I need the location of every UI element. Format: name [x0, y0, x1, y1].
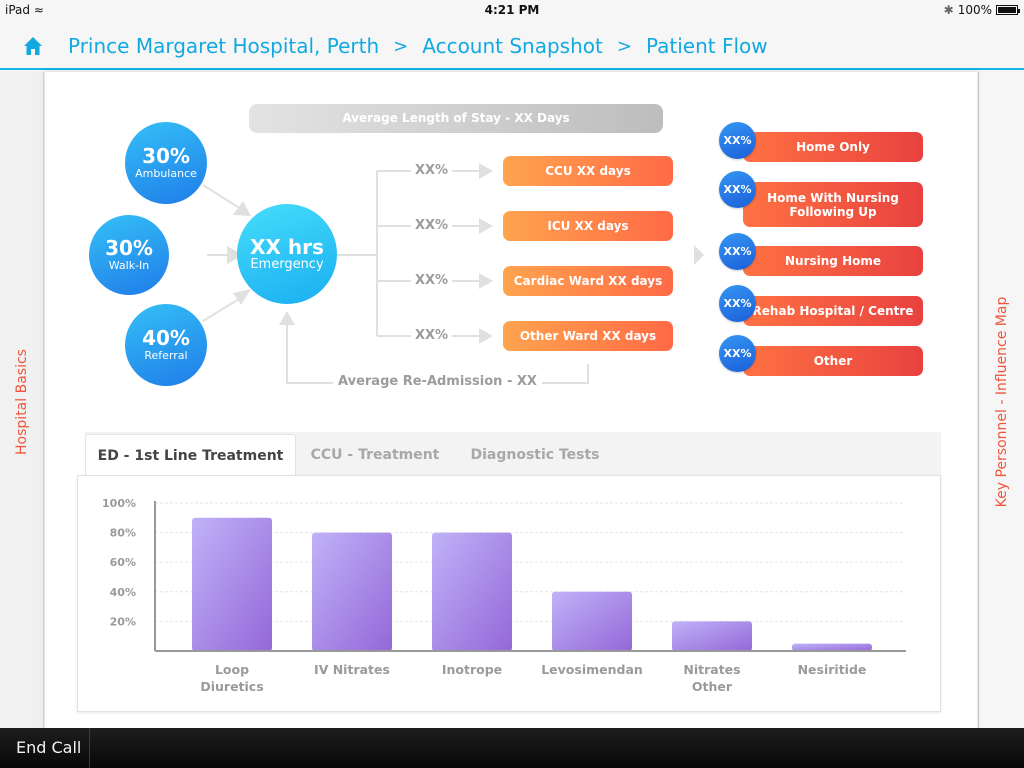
ward-other: Other Ward XX days — [503, 321, 673, 351]
bar-inotrope — [432, 532, 512, 651]
source-ambulance: 30% Ambulance — [125, 122, 207, 204]
breadcrumb-account-snapshot[interactable]: Account Snapshot — [422, 34, 603, 58]
y-tick-label: 80% — [110, 527, 136, 540]
x-tick-label: Levosimendan — [541, 662, 643, 677]
breadcrumb: Prince Margaret Hospital, Perth > Accoun… — [68, 34, 768, 58]
destination-pct-badge: XX% — [719, 122, 756, 159]
ward-pct: XX% — [411, 328, 453, 343]
destination-pct-badge: XX% — [719, 233, 756, 270]
y-tick-label: 60% — [110, 556, 136, 569]
x-tick-label: Diuretics — [200, 679, 263, 694]
ward-icu: ICU XX days — [503, 211, 673, 241]
bar-nitrates-other — [672, 621, 752, 651]
side-tab-key-personnel[interactable]: Key Personnel - Influence Map — [978, 72, 1024, 728]
home-icon[interactable] — [23, 36, 43, 56]
breadcrumb-patient-flow: Patient Flow — [645, 34, 768, 58]
tab-ccu-treatment[interactable]: CCU - Treatment — [301, 434, 449, 476]
length-of-stay-bar: Average Length of Stay - XX Days — [249, 104, 663, 133]
bar-levosimendan — [552, 591, 632, 651]
battery-percent: 100% — [957, 3, 992, 17]
bar-nesiritide — [792, 643, 872, 651]
y-tick-label: 100% — [102, 497, 136, 510]
side-tab-label: Hospital Basics — [14, 349, 30, 455]
tab-ed-1st-line[interactable]: ED - 1st Line Treatment — [85, 434, 296, 476]
status-bar: iPad ≈ 4:21 PM ✱ 100% — [0, 0, 1024, 22]
bluetooth-icon: ✱ — [943, 3, 954, 17]
destination-home-only: Home Only — [743, 132, 923, 162]
destination-pct-badge: XX% — [719, 285, 756, 322]
x-tick-label: Loop — [215, 662, 249, 677]
ward-ccu: CCU XX days — [503, 156, 673, 186]
destination-rehab: Rehab Hospital / Centre — [743, 296, 923, 326]
y-tick-label: 20% — [110, 615, 136, 628]
source-referral: 40% Referral — [125, 304, 207, 386]
bar-loop-diuretics — [192, 517, 272, 651]
source-walk-in: 30% Walk-In — [89, 215, 169, 295]
destination-home-nursing: Home With Nursing Following Up — [743, 182, 923, 227]
bar-chart: 20% 40% 60% 80% 100% Loop Diuretics IV Nitrates… — [102, 497, 906, 694]
x-tick-label: Nitrates — [683, 662, 740, 677]
treatment-tabs: ED - 1st Line Treatment CCU - Treatment … — [85, 432, 941, 476]
destination-pct-badge: XX% — [719, 171, 756, 208]
ward-cardiac: Cardiac Ward XX days — [503, 266, 673, 296]
end-call-button[interactable]: End Call — [0, 728, 90, 768]
x-tick-label: Inotrope — [442, 662, 502, 677]
readmission-label: Average Re-Admission - XX — [333, 374, 542, 389]
side-tab-label: Key Personnel - Influence Map — [994, 296, 1010, 508]
breadcrumb-hospital[interactable]: Prince Margaret Hospital, Perth — [68, 34, 379, 58]
ward-pct: XX% — [411, 273, 453, 288]
chevron-right-icon: > — [393, 35, 409, 57]
ward-pct: XX% — [411, 218, 453, 233]
bar-iv-nitrates — [312, 532, 392, 651]
nav-bar: Prince Margaret Hospital, Perth > Accoun… — [0, 22, 1024, 70]
clock: 4:21 PM — [484, 3, 540, 17]
destination-other: Other — [743, 346, 923, 376]
treatment-chart-card: 20% 40% 60% 80% 100% Loop Diuretics IV Nitrates… — [77, 475, 941, 712]
emergency-node: XX hrs Emergency — [237, 204, 337, 304]
bottom-bar: End Call — [0, 728, 1024, 768]
chevron-right-icon: > — [616, 35, 632, 57]
patient-flow-panel: 30% Ambulance 30% Walk-In 40% Referral X… — [45, 72, 977, 728]
battery-icon — [996, 5, 1020, 15]
destination-nursing-home: Nursing Home — [743, 246, 923, 276]
x-tick-label: IV Nitrates — [314, 662, 390, 677]
x-tick-label: Nesiritide — [798, 662, 867, 677]
y-tick-label: 40% — [110, 586, 136, 599]
ward-pct: XX% — [411, 163, 453, 178]
destination-pct-badge: XX% — [719, 335, 756, 372]
x-tick-label: Other — [692, 679, 733, 694]
side-tab-hospital-basics[interactable]: Hospital Basics — [0, 72, 44, 728]
tab-diagnostic-tests[interactable]: Diagnostic Tests — [459, 434, 611, 476]
